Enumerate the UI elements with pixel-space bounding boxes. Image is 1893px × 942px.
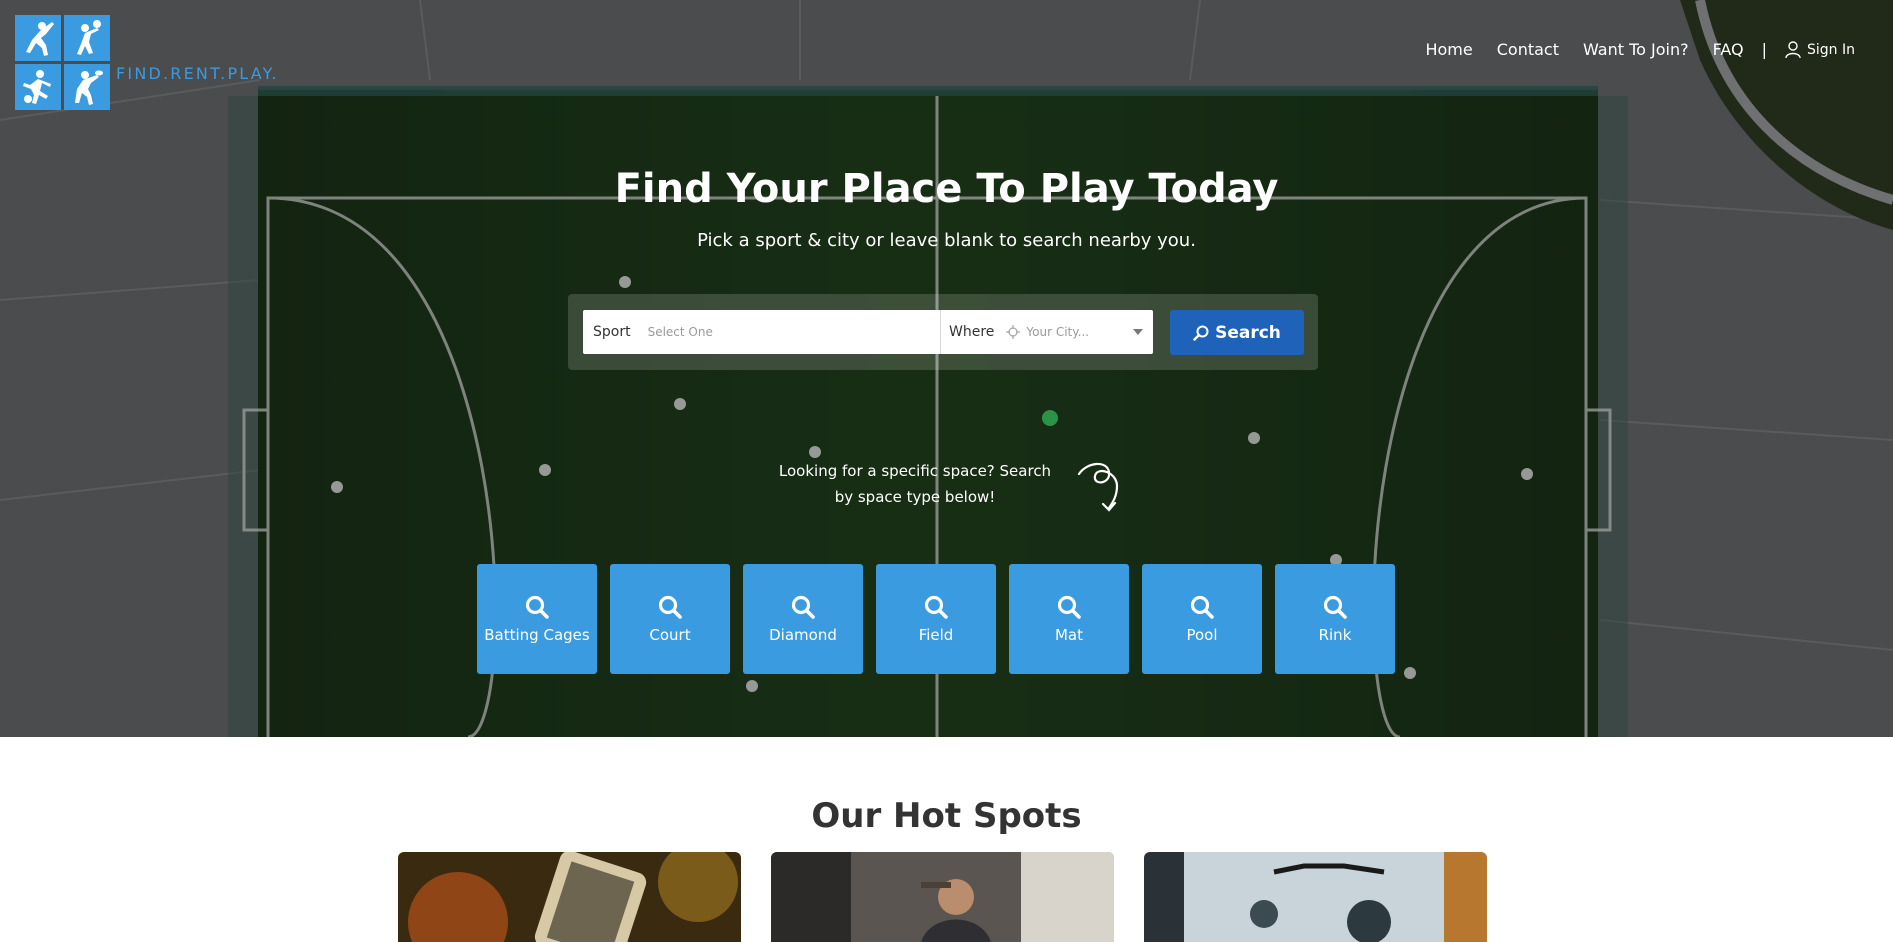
- logo-text: FIND.RENT.PLAY.: [116, 64, 279, 83]
- space-type-pool[interactable]: Pool: [1142, 564, 1262, 674]
- search-icon: [658, 595, 682, 619]
- sign-in-label: Sign In: [1807, 41, 1855, 58]
- search-icon: [1190, 595, 1214, 619]
- tile-label: Mat: [1054, 626, 1083, 644]
- sport-select[interactable]: Sport Select One: [583, 310, 941, 354]
- where-placeholder: Your City...: [1026, 325, 1090, 339]
- search-icon: [525, 595, 549, 619]
- search-icon: [791, 595, 815, 619]
- search-button[interactable]: Search: [1170, 310, 1304, 355]
- hot-spots-cards: [398, 852, 1487, 942]
- hot-spot-card-phone[interactable]: [398, 852, 741, 942]
- city-select[interactable]: Where Your City...: [941, 310, 1153, 354]
- space-type-mat[interactable]: Mat: [1009, 564, 1129, 674]
- nav-separator: |: [1761, 40, 1767, 59]
- card-image: [771, 852, 1114, 942]
- card-image: [1144, 852, 1487, 942]
- search-icon: [1323, 595, 1347, 619]
- nav-home[interactable]: Home: [1425, 40, 1472, 59]
- hot-spots-title: Our Hot Spots: [811, 796, 1082, 836]
- space-type-diamond[interactable]: Diamond: [743, 564, 863, 674]
- sign-in-link[interactable]: Sign In: [1785, 40, 1855, 59]
- tile-label: Court: [649, 626, 691, 644]
- search-form: Sport Select One Where Your City...: [583, 310, 1153, 354]
- space-type-field[interactable]: Field: [876, 564, 996, 674]
- search-icon: [924, 595, 948, 619]
- location-crosshair-icon: [1006, 325, 1021, 339]
- hot-spot-card-motorcycle[interactable]: [1144, 852, 1487, 942]
- tile-label: Rink: [1318, 626, 1352, 644]
- tile-label: Batting Cages: [484, 626, 590, 644]
- sport-placeholder: Select One: [647, 325, 713, 339]
- tile-label: Field: [918, 626, 954, 644]
- hero-section: FIND.RENT.PLAY. Home Contact Want To Joi…: [0, 0, 1893, 737]
- logo-icon-grid: [15, 15, 110, 110]
- soccer-player-icon: [15, 64, 61, 110]
- tile-label: Pool: [1186, 626, 1218, 644]
- football-player-icon: [64, 64, 110, 110]
- nav-faq[interactable]: FAQ: [1713, 40, 1744, 59]
- site-logo[interactable]: FIND.RENT.PLAY.: [15, 15, 279, 110]
- search-panel: Sport Select One Where Your City... Sear…: [568, 294, 1318, 370]
- user-icon: [1785, 40, 1801, 58]
- where-label: Where: [949, 324, 995, 340]
- search-icon: [1193, 325, 1209, 341]
- nav-contact[interactable]: Contact: [1497, 40, 1559, 59]
- baseball-player-icon: [15, 15, 61, 61]
- hero-subtitle: Pick a sport & city or leave blank to se…: [697, 230, 1196, 251]
- nav-want-to-join[interactable]: Want To Join?: [1583, 40, 1689, 59]
- main-nav: Home Contact Want To Join? FAQ | Sign In: [1425, 40, 1855, 59]
- tile-label: Diamond: [769, 626, 837, 644]
- space-type-hint: Looking for a specific space? Search by …: [778, 462, 1052, 506]
- space-type-batting-cages[interactable]: Batting Cages: [477, 564, 597, 674]
- volleyball-player-icon: [64, 15, 110, 61]
- space-type-court[interactable]: Court: [610, 564, 730, 674]
- curly-arrow-icon: [1077, 462, 1119, 512]
- hot-spot-card-office[interactable]: [771, 852, 1114, 942]
- space-type-tiles: Batting Cages Court Diamond Field Mat Po…: [477, 564, 1395, 674]
- hero-title: Find Your Place To Play Today: [614, 166, 1279, 212]
- card-image: [398, 852, 741, 942]
- search-icon: [1057, 595, 1081, 619]
- chevron-down-icon[interactable]: [1133, 329, 1143, 335]
- sport-label: Sport: [593, 324, 631, 340]
- space-type-rink[interactable]: Rink: [1275, 564, 1395, 674]
- search-button-label: Search: [1215, 322, 1281, 343]
